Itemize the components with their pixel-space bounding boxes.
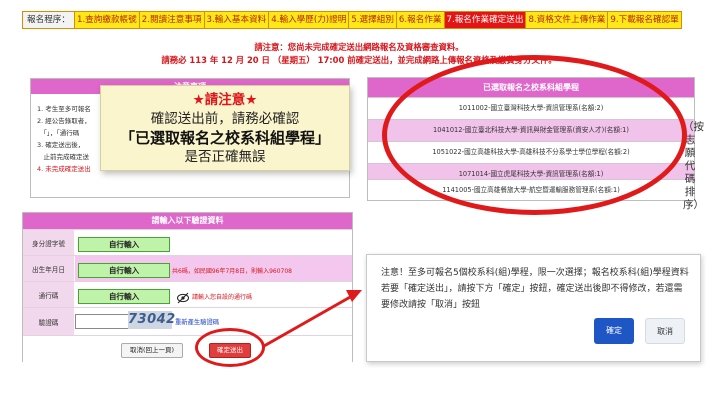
dialog-cancel-button[interactable]: 取消: [645, 318, 685, 344]
dialog-message: 注意！至多可報名5個校系科(組)學程，限一次選擇；報名校系科(組)學程資料若要「…: [381, 268, 689, 310]
confirm-dialog: 注意！至多可報名5個校系科(組)學程，限一次選擇；報名校系科(組)學程資料若要「…: [366, 254, 701, 362]
dialog-ok-button[interactable]: 確定: [594, 318, 634, 344]
